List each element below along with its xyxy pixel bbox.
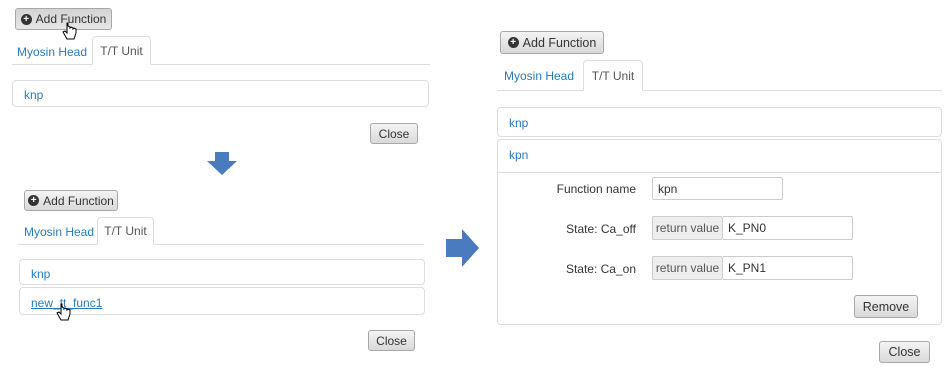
panel-divider [498, 172, 941, 173]
function-panel-knp[interactable]: knp [12, 80, 429, 107]
function-title[interactable]: knp [24, 88, 43, 102]
function-name-value: kpn [658, 181, 678, 196]
add-function-button[interactable]: + Add Function [500, 31, 604, 54]
plus-circle-icon: + [20, 13, 32, 25]
function-title[interactable]: knp [509, 116, 528, 130]
hand-cursor-icon [56, 303, 71, 321]
tab-myosin-head[interactable]: Myosin Head [15, 38, 89, 65]
function-name-label: Function name [556, 182, 636, 196]
add-function-label: Add Function [522, 35, 597, 50]
tab-myosin-head[interactable]: Myosin Head [22, 219, 96, 244]
return-value-addon: return value [652, 216, 722, 240]
state-ca-on-value: K_PN1 [728, 261, 767, 275]
right-arrow-icon [446, 229, 479, 267]
tab-tt-unit[interactable]: T/T Unit [97, 217, 154, 245]
close-button[interactable]: Close [879, 341, 930, 363]
state-ca-off-input[interactable]: K_PN0 [722, 216, 853, 240]
function-panel-knp[interactable]: knp [19, 259, 425, 285]
close-button[interactable]: Close [370, 123, 418, 144]
plus-circle-icon: + [28, 195, 40, 206]
function-panel-kpn[interactable]: kpn Function name kpn State: Ca_off retu… [497, 139, 942, 325]
state-ca-off-value: K_PN0 [728, 221, 767, 235]
function-panel-new[interactable]: new_tt_func1 [19, 287, 425, 315]
return-value-addon: return value [652, 256, 722, 280]
close-button[interactable]: Close [368, 330, 415, 351]
add-function-label: Add Function [43, 193, 114, 208]
state-ca-off-label: State: Ca_off [566, 222, 636, 236]
function-name-input[interactable]: kpn [652, 177, 783, 200]
function-panel-knp[interactable]: knp [497, 107, 942, 137]
state-ca-on-label: State: Ca_on [565, 262, 636, 276]
remove-button[interactable]: Remove [854, 295, 918, 318]
plus-circle-icon: + [507, 37, 519, 48]
down-arrow-icon [207, 152, 237, 175]
tab-tt-unit[interactable]: T/T Unit [583, 60, 643, 91]
tab-tt-unit[interactable]: T/T Unit [92, 36, 151, 65]
add-function-button[interactable]: + Add Function [24, 190, 118, 211]
state-ca-on-input[interactable]: K_PN1 [722, 256, 853, 280]
function-title[interactable]: knp [31, 267, 50, 281]
function-title[interactable]: kpn [509, 148, 528, 162]
tab-myosin-head[interactable]: Myosin Head [500, 62, 578, 90]
